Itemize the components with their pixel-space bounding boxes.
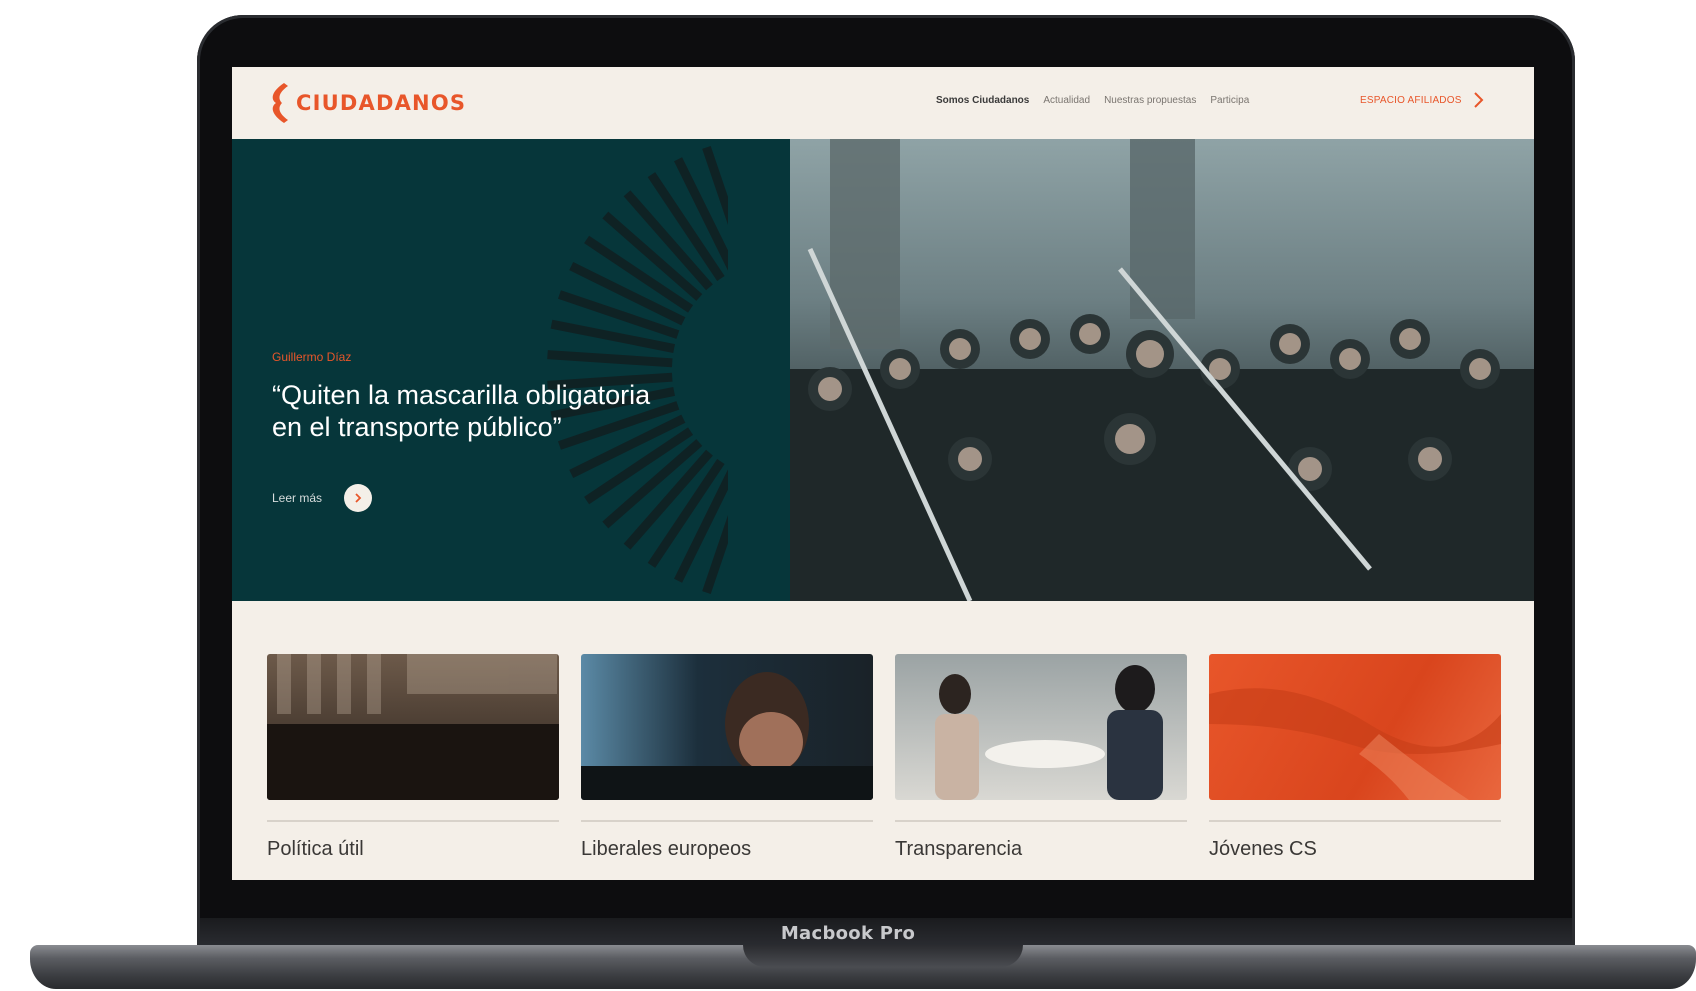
card-politica-util[interactable]: Política útil: [267, 654, 559, 861]
hero-author: Guillermo Díaz: [272, 350, 352, 364]
brand-name: CIUDADANOS: [296, 91, 467, 115]
espacio-afiliados-link[interactable]: ESPACIO AFILIADOS: [1360, 91, 1484, 109]
orange-tinted-photo: [1209, 654, 1501, 800]
website-screen: CIUDADANOS Somos Ciudadanos Actualidad N…: [232, 67, 1534, 880]
read-more-button[interactable]: [344, 484, 373, 512]
section-cards: Política útil Liberales europeos Transpa…: [267, 654, 1501, 861]
meeting-photo: [895, 654, 1187, 800]
card-label: Jóvenes CS: [1209, 838, 1317, 860]
card-label: Liberales europeos: [581, 838, 752, 860]
site-header: CIUDADANOS Somos Ciudadanos Actualidad N…: [232, 67, 1534, 139]
main-nav: Somos Ciudadanos Actualidad Nuestras pro…: [936, 95, 1249, 106]
read-more-label: Leer más: [272, 491, 323, 505]
card-transparencia[interactable]: Transparencia: [895, 654, 1187, 861]
card-divider: [267, 820, 559, 822]
cta-label: ESPACIO AFILIADOS: [1360, 94, 1462, 106]
nav-item-somos-ciudadanos[interactable]: Somos Ciudadanos: [936, 95, 1029, 106]
logo-mark-icon: [272, 83, 288, 123]
read-more-link[interactable]: Leer más: [272, 484, 373, 512]
card-label: Transparencia: [895, 838, 1023, 860]
crowd-photo-illustration: [790, 139, 1534, 601]
card-divider: [895, 820, 1187, 822]
laptop-mockup: CIUDADANOS Somos Ciudadanos Actualidad N…: [0, 0, 1696, 991]
sunburst-ray: [547, 350, 673, 368]
site-logo[interactable]: CIUDADANOS: [266, 81, 466, 125]
conference-photo: [267, 654, 559, 800]
card-divider: [581, 820, 873, 822]
hero-text-panel: Guillermo Díaz “Quiten la mascarilla obl…: [232, 139, 790, 601]
chevron-right-icon: [355, 493, 362, 503]
chevron-right-icon: [1473, 92, 1484, 108]
card-divider: [1209, 820, 1501, 822]
sunburst-graphic: [547, 139, 790, 601]
nav-item-participa[interactable]: Participa: [1210, 95, 1249, 106]
card-label: Política útil: [267, 838, 364, 860]
card-jovenes-cs[interactable]: Jóvenes CS: [1209, 654, 1501, 861]
hero-quote: “Quiten la mascarilla obligatoria en el …: [272, 380, 651, 442]
nav-item-nuestras-propuestas[interactable]: Nuestras propuestas: [1104, 95, 1196, 106]
laptop-notch: [743, 945, 1023, 967]
nav-item-actualidad[interactable]: Actualidad: [1043, 95, 1090, 106]
hero-photo: [790, 139, 1534, 601]
card-liberales-europeos[interactable]: Liberales europeos: [581, 654, 873, 861]
woman-at-computer-photo: [581, 654, 873, 800]
